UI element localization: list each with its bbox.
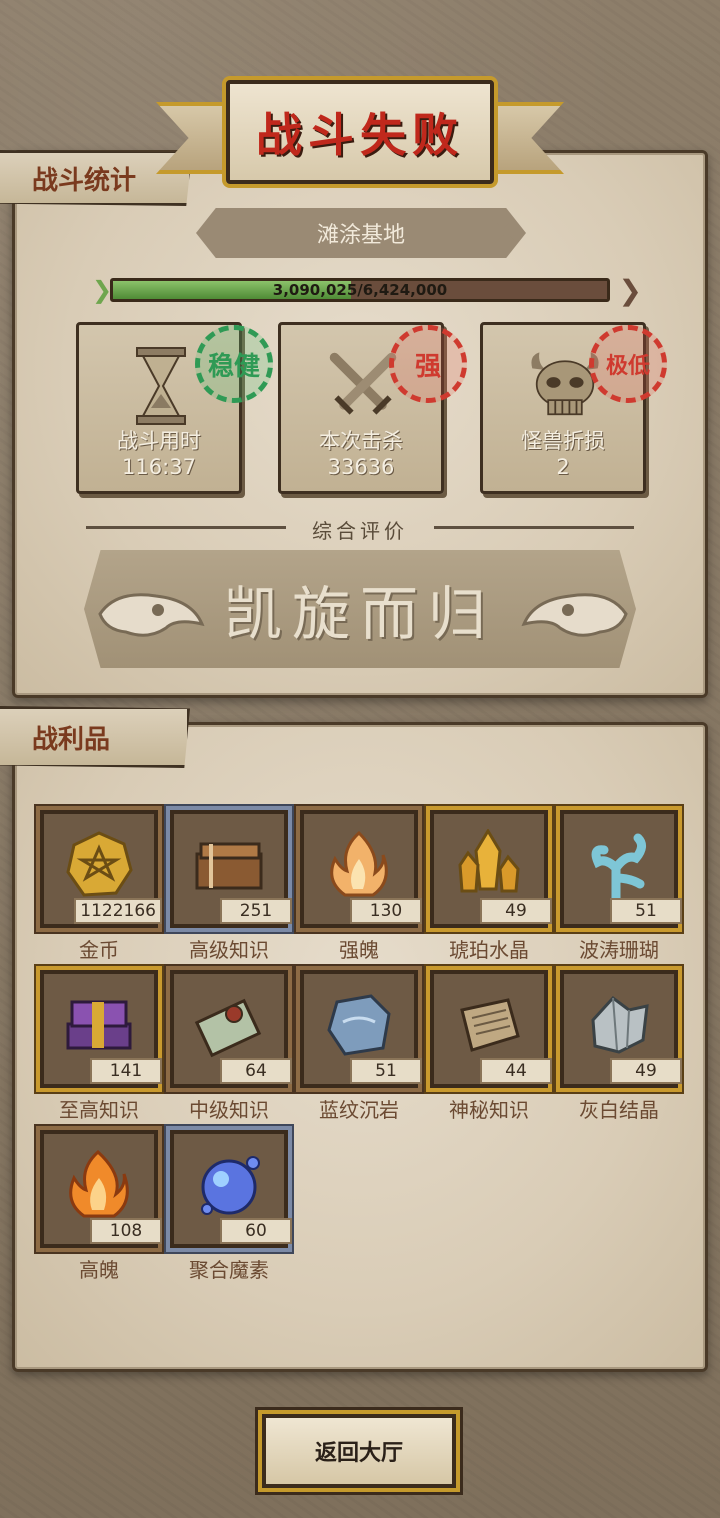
evaluation-label: 综合评价: [312, 519, 408, 543]
arrow-right-icon: ❯: [618, 274, 642, 307]
loot-item-count: 251: [220, 898, 292, 924]
loot-item[interactable]: 60 聚合魔素: [170, 1130, 292, 1282]
loot-item[interactable]: 1122166 金币: [40, 810, 162, 962]
loot-item-count: 51: [350, 1058, 422, 1084]
title-plate: 战斗失败: [226, 80, 494, 184]
page-title: 战斗失败: [256, 108, 464, 162]
loot-item[interactable]: 51 波涛珊瑚: [560, 810, 682, 962]
rating-seal-red: 强: [389, 325, 467, 403]
dragon-skull-icon: [521, 593, 628, 637]
cross-deco-icon: ✕: [485, 208, 521, 257]
stone-tablet-icon: [450, 986, 528, 1064]
loot-item-count: 141: [90, 1058, 162, 1084]
gold-coin-icon: [60, 826, 138, 904]
loot-item-count: 44: [480, 1058, 552, 1084]
stat-card-time: 稳健 战斗用时 116:37: [76, 322, 273, 494]
title-banner: 战斗失败: [156, 66, 564, 196]
loot-item-name: 波涛珊瑚: [579, 938, 659, 962]
stat-value: 116:37: [122, 455, 196, 479]
purple-book-icon: [60, 986, 138, 1064]
loot-item[interactable]: 108 高魄: [40, 1130, 162, 1282]
loot-item[interactable]: 130 强魄: [300, 810, 422, 962]
loot-item-name: 金币: [79, 938, 119, 962]
hourglass-icon: [123, 343, 199, 429]
loot-item-count: 130: [350, 898, 422, 924]
loot-item-name: 琥珀水晶: [449, 938, 529, 962]
loot-item-count: 49: [480, 898, 552, 924]
evaluation-result: 凯旋而归: [223, 580, 496, 648]
loot-item[interactable]: 49 琥珀水晶: [430, 810, 552, 962]
stat-value: 2: [556, 455, 570, 479]
tome-icon: [190, 826, 268, 904]
progress-text: 3,090,025/6,424,000: [272, 281, 448, 299]
magic-orb-icon: [190, 1146, 268, 1224]
loot-item-name: 聚合魔素: [189, 1258, 269, 1282]
stat-label: 战斗用时: [117, 429, 201, 453]
loot-item[interactable]: 64 中级知识: [170, 970, 292, 1122]
progress-track: 3,090,025/6,424,000: [110, 278, 610, 302]
loot-item-count: 1122166: [74, 898, 162, 924]
scroll-icon: [190, 986, 268, 1064]
stat-value: 33636: [327, 455, 395, 479]
loot-item[interactable]: 49 灰白结晶: [560, 970, 682, 1122]
stat-card-kills: 强 本次击杀 33636: [278, 322, 467, 494]
back-to-lobby-button[interactable]: 返回大厅: [262, 1414, 456, 1488]
stat-label: 本次击杀: [319, 429, 403, 453]
rating-seal-green: 稳健: [195, 325, 273, 403]
blue-rock-icon: [320, 986, 398, 1064]
flame-icon: [320, 826, 398, 904]
loot-item-count: 60: [220, 1218, 292, 1244]
loot-item-name: 强魄: [339, 938, 379, 962]
dragon-skull-icon: [98, 593, 205, 637]
loot-item[interactable]: 251 高级知识: [170, 810, 292, 962]
loot-item-name: 至高知识: [59, 1098, 139, 1122]
loot-item-count: 64: [220, 1058, 292, 1084]
loot-section-label: 战利品: [0, 706, 190, 768]
orange-flame-icon: [60, 1146, 138, 1224]
evaluation-header: 综合评价: [86, 515, 634, 543]
amber-crystal-icon: [450, 826, 528, 904]
rating-seal-red: 极低: [589, 325, 667, 403]
stat-card-losses: 极低 怪兽折损 2: [480, 322, 667, 494]
loot-item-name: 灰白结晶: [579, 1098, 659, 1122]
loot-item-count: 49: [610, 1058, 682, 1084]
loot-item[interactable]: 51 蓝纹沉岩: [300, 970, 422, 1122]
loot-item[interactable]: 44 神秘知识: [430, 970, 552, 1122]
battle-result-screen: 战斗统计 战斗失败 ✕ 滩涂基地 ✕ ❯ 3,090,025/6,424,000…: [0, 0, 720, 1518]
loot-item-count: 51: [610, 898, 682, 924]
progress-bar: ❯ 3,090,025/6,424,000 ❯: [92, 272, 642, 308]
loot-item-name: 高魄: [79, 1258, 119, 1282]
loot-item-name: 中级知识: [189, 1098, 269, 1122]
location-name: 滩涂基地: [196, 208, 526, 258]
coral-icon: [580, 826, 658, 904]
loot-item[interactable]: 141 至高知识: [40, 970, 162, 1122]
loot-item-name: 神秘知识: [449, 1098, 529, 1122]
grey-crystal-icon: [580, 986, 658, 1064]
loot-item-count: 108: [90, 1218, 162, 1244]
loot-item-name: 高级知识: [189, 938, 269, 962]
loot-item-name: 蓝纹沉岩: [319, 1098, 399, 1122]
stat-label: 怪兽折损: [521, 429, 605, 453]
